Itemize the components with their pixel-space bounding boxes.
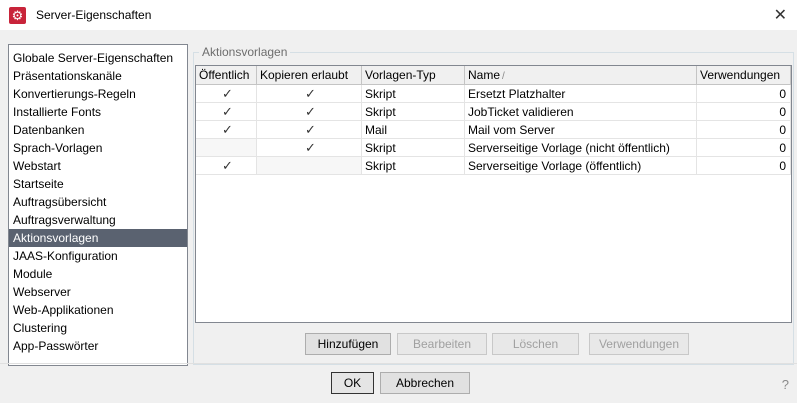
column-header-usages[interactable]: Verwendungen xyxy=(697,66,791,85)
template-name-cell: Serverseitige Vorlage (nicht öffentlich) xyxy=(465,139,697,157)
sidebar-item-installed-fonts[interactable]: Installierte Fonts xyxy=(9,103,187,121)
column-header-public[interactable]: Öffentlich xyxy=(196,66,257,85)
usages-cell: 0 xyxy=(697,157,791,175)
template-type-cell: Skript xyxy=(362,103,465,121)
sidebar-item-jaas-config[interactable]: JAAS-Konfiguration xyxy=(9,247,187,265)
sidebar-item-action-templates[interactable]: Aktionsvorlagen xyxy=(9,229,187,247)
group-title: Aktionsvorlagen xyxy=(199,45,291,59)
sidebar-item-webstart[interactable]: Webstart xyxy=(9,157,187,175)
sidebar-item-databases[interactable]: Datenbanken xyxy=(9,121,187,139)
sidebar-item-start-page[interactable]: Startseite xyxy=(9,175,187,193)
template-type-cell: Skript xyxy=(362,157,465,175)
sidebar-item-job-overview[interactable]: Auftragsübersicht xyxy=(9,193,187,211)
ok-button[interactable]: OK xyxy=(331,372,374,394)
usages-cell: 0 xyxy=(697,139,791,157)
edit-button[interactable]: Bearbeiten xyxy=(397,333,487,355)
templates-table[interactable]: Öffentlich Kopieren erlaubt Vorlagen-Typ… xyxy=(195,65,792,323)
public-checkbox[interactable]: ✓ xyxy=(196,157,257,175)
public-checkbox[interactable]: ✓ xyxy=(196,103,257,121)
help-icon[interactable]: ? xyxy=(782,377,789,392)
public-checkbox[interactable]: ✓ xyxy=(196,121,257,139)
copy-allowed-checkbox[interactable]: ✓ xyxy=(257,85,362,103)
sidebar-item-web-applications[interactable]: Web-Applikationen xyxy=(9,301,187,319)
usages-cell: 0 xyxy=(697,121,791,139)
footer-divider xyxy=(0,363,797,364)
copy-allowed-checkbox[interactable]: ✓ xyxy=(257,121,362,139)
template-type-cell: Mail xyxy=(362,121,465,139)
sidebar-item-job-management[interactable]: Auftragsverwaltung xyxy=(9,211,187,229)
close-icon[interactable]: ✕ xyxy=(774,5,787,25)
settings-nav-list[interactable]: Globale Server-Eigenschaften Präsentatio… xyxy=(8,44,188,366)
template-name-cell: Ersetzt Platzhalter xyxy=(465,85,697,103)
sort-ascending-icon: / xyxy=(502,71,505,82)
cancel-button[interactable]: Abbrechen xyxy=(380,372,470,394)
name-header-label: Name xyxy=(468,68,501,82)
add-button[interactable]: Hinzufügen xyxy=(305,333,391,355)
column-header-template-type[interactable]: Vorlagen-Typ xyxy=(362,66,465,85)
template-name-cell: Mail vom Server xyxy=(465,121,697,139)
delete-button[interactable]: Löschen xyxy=(492,333,579,355)
app-gear-icon: ⚙ xyxy=(9,7,26,24)
sidebar-item-app-passwords[interactable]: App-Passwörter xyxy=(9,337,187,355)
table-row[interactable]: ✓ Skript Serverseitige Vorlage (öffentli… xyxy=(196,157,791,175)
sidebar-item-conversion-rules[interactable]: Konvertierungs-Regeln xyxy=(9,85,187,103)
public-checkbox[interactable] xyxy=(196,139,257,157)
sidebar-item-clustering[interactable]: Clustering xyxy=(9,319,187,337)
table-row[interactable]: ✓ ✓ Mail Mail vom Server 0 xyxy=(196,121,791,139)
sidebar-item-global-properties[interactable]: Globale Server-Eigenschaften xyxy=(9,49,187,67)
sidebar-item-presentation-channels[interactable]: Präsentationskanäle xyxy=(9,67,187,85)
template-type-cell: Skript xyxy=(362,139,465,157)
sidebar-item-language-templates[interactable]: Sprach-Vorlagen xyxy=(9,139,187,157)
template-name-cell: Serverseitige Vorlage (öffentlich) xyxy=(465,157,697,175)
column-header-name[interactable]: Name / xyxy=(465,66,697,85)
window-title: Server-Eigenschaften xyxy=(36,8,152,22)
usages-cell: 0 xyxy=(697,85,791,103)
template-type-cell: Skript xyxy=(362,85,465,103)
usages-cell: 0 xyxy=(697,103,791,121)
copy-allowed-checkbox[interactable] xyxy=(257,157,362,175)
column-header-copy-allowed[interactable]: Kopieren erlaubt xyxy=(257,66,362,85)
table-row[interactable]: ✓ ✓ Skript JobTicket validieren 0 xyxy=(196,103,791,121)
sidebar-item-modules[interactable]: Module xyxy=(9,265,187,283)
table-row[interactable]: ✓ Skript Serverseitige Vorlage (nicht öf… xyxy=(196,139,791,157)
copy-allowed-checkbox[interactable]: ✓ xyxy=(257,103,362,121)
template-name-cell: JobTicket validieren xyxy=(465,103,697,121)
public-checkbox[interactable]: ✓ xyxy=(196,85,257,103)
table-row[interactable]: ✓ ✓ Skript Ersetzt Platzhalter 0 xyxy=(196,85,791,103)
sidebar-item-webserver[interactable]: Webserver xyxy=(9,283,187,301)
usages-button[interactable]: Verwendungen xyxy=(589,333,689,355)
title-bar: ⚙ Server-Eigenschaften ✕ xyxy=(0,0,797,30)
copy-allowed-checkbox[interactable]: ✓ xyxy=(257,139,362,157)
